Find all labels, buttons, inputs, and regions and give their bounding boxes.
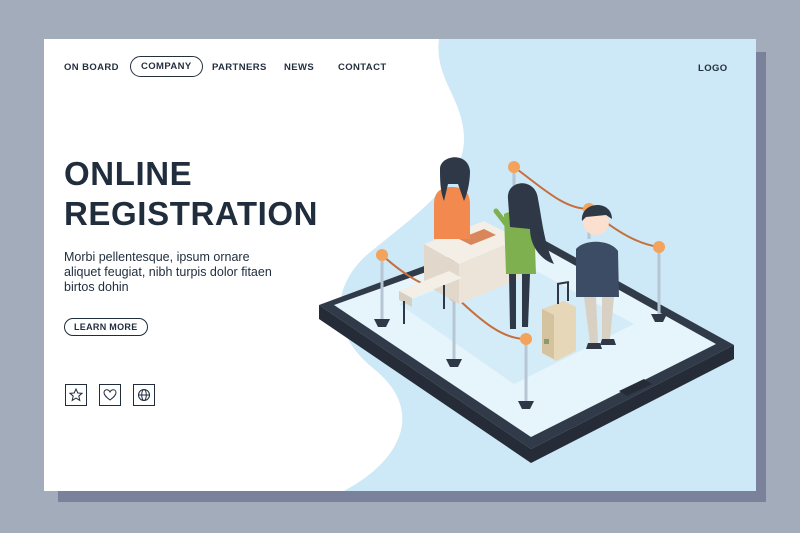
landing-card: ON BOARD COMPANY PARTNERS NEWS CONTACT L… [44, 39, 756, 491]
receptionist-figure [434, 157, 470, 239]
registration-illustration [319, 157, 734, 463]
